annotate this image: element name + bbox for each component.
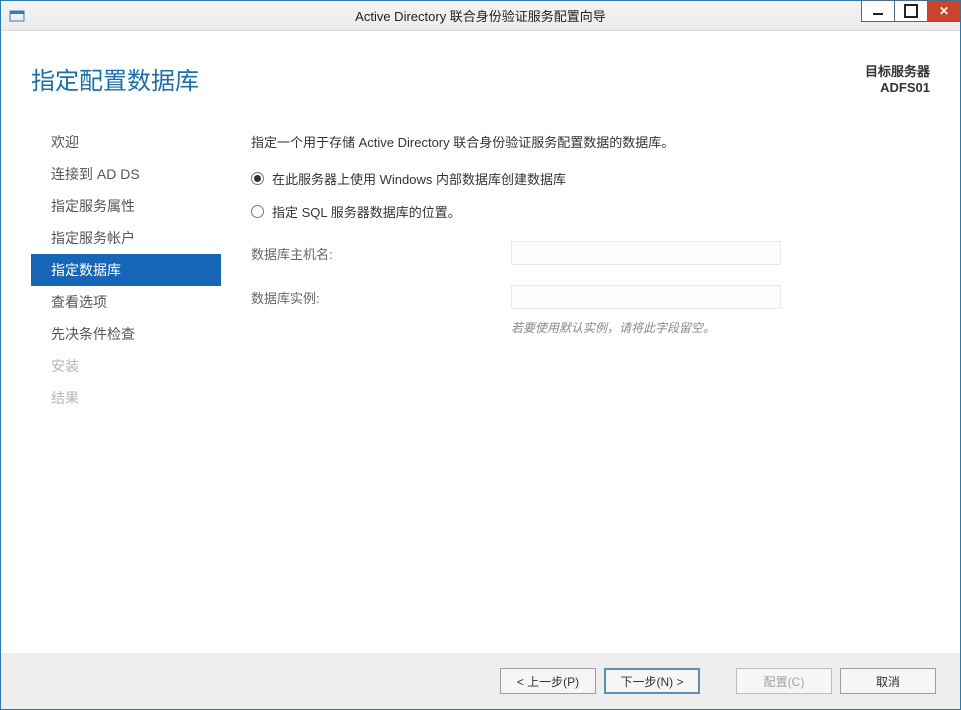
instance-input — [511, 285, 781, 309]
sidebar-item-connect-adds[interactable]: 连接到 AD DS — [31, 158, 221, 190]
title-bar[interactable]: Active Directory 联合身份验证服务配置向导 — [1, 1, 960, 31]
radio-option-wid[interactable]: 在此服务器上使用 Windows 内部数据库创建数据库 — [251, 169, 920, 188]
main-panel: 指定一个用于存储 Active Directory 联合身份验证服务配置数据的数… — [221, 126, 960, 653]
sidebar-item-service-properties[interactable]: 指定服务属性 — [31, 190, 221, 222]
instance-hint: 若要使用默认实例，请将此字段留空。 — [511, 319, 920, 336]
radio-icon — [251, 205, 264, 218]
button-label: < 上一步(P) — [517, 673, 579, 690]
hostname-label: 数据库主机名: — [251, 244, 511, 263]
target-server-label: 目标服务器 — [865, 61, 930, 80]
description-text: 指定一个用于存储 Active Directory 联合身份验证服务配置数据的数… — [251, 132, 920, 151]
sidebar-item-review[interactable]: 查看选项 — [31, 286, 221, 318]
page-title: 指定配置数据库 — [31, 61, 199, 96]
hostname-row: 数据库主机名: — [251, 241, 920, 265]
cancel-button[interactable]: 取消 — [840, 668, 936, 694]
radio-label-sql: 指定 SQL 服务器数据库的位置。 — [272, 202, 461, 221]
sidebar-item-service-account[interactable]: 指定服务帐户 — [31, 222, 221, 254]
radio-icon — [251, 172, 264, 185]
target-server-box: 目标服务器 ADFS01 — [865, 61, 930, 95]
body-area: 指定配置数据库 目标服务器 ADFS01 欢迎 连接到 AD DS 指定服务属性… — [1, 31, 960, 653]
radio-label-wid: 在此服务器上使用 Windows 内部数据库创建数据库 — [272, 169, 566, 188]
instance-label: 数据库实例: — [251, 288, 511, 307]
sidebar-item-welcome[interactable]: 欢迎 — [31, 126, 221, 158]
button-label: 下一步(N) > — [620, 673, 683, 690]
button-label: 配置(C) — [764, 673, 805, 690]
footer-bar: < 上一步(P) 下一步(N) > 配置(C) 取消 — [1, 653, 960, 709]
minimize-button[interactable] — [861, 0, 895, 22]
header-row: 指定配置数据库 目标服务器 ADFS01 — [1, 31, 960, 106]
close-button[interactable] — [927, 0, 961, 22]
sidebar-item-results: 结果 — [31, 382, 221, 414]
previous-button[interactable]: < 上一步(P) — [500, 668, 596, 694]
radio-option-sql[interactable]: 指定 SQL 服务器数据库的位置。 — [251, 202, 920, 221]
button-label: 取消 — [876, 673, 900, 690]
maximize-button[interactable] — [894, 0, 928, 22]
wizard-window: Active Directory 联合身份验证服务配置向导 指定配置数据库 目标… — [0, 0, 961, 710]
window-title: Active Directory 联合身份验证服务配置向导 — [1, 6, 960, 25]
window-buttons — [861, 1, 960, 30]
next-button[interactable]: 下一步(N) > — [604, 668, 700, 694]
sidebar-item-install: 安装 — [31, 350, 221, 382]
wizard-sidebar: 欢迎 连接到 AD DS 指定服务属性 指定服务帐户 指定数据库 查看选项 先决… — [1, 126, 221, 653]
content-row: 欢迎 连接到 AD DS 指定服务属性 指定服务帐户 指定数据库 查看选项 先决… — [1, 106, 960, 653]
configure-button: 配置(C) — [736, 668, 832, 694]
target-server-value: ADFS01 — [865, 80, 930, 95]
sidebar-item-database[interactable]: 指定数据库 — [31, 254, 221, 286]
instance-row: 数据库实例: — [251, 285, 920, 309]
app-icon — [9, 8, 25, 24]
hostname-input — [511, 241, 781, 265]
sidebar-item-prereq[interactable]: 先决条件检查 — [31, 318, 221, 350]
